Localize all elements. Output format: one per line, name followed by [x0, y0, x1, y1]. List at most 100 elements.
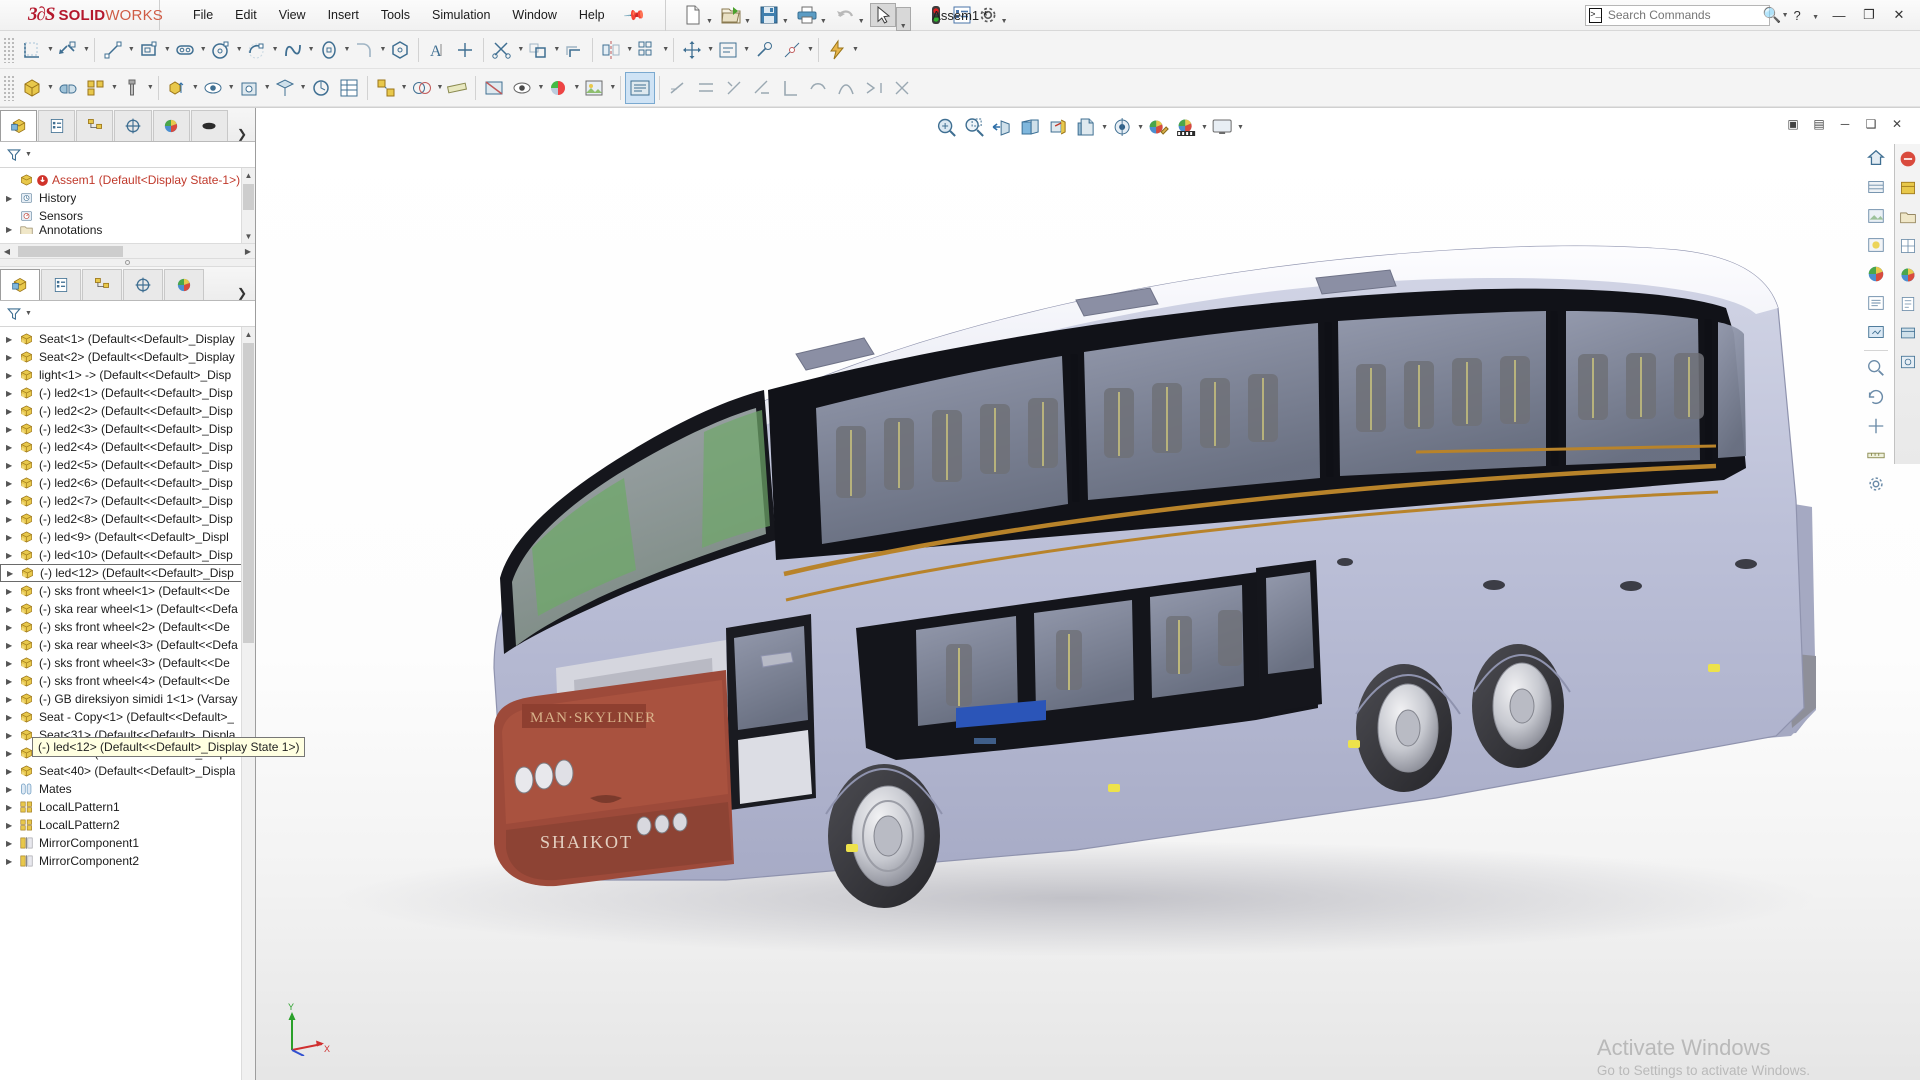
linear-pattern-icon[interactable]	[633, 34, 661, 66]
arc-dropdown[interactable]: ▼	[272, 46, 279, 53]
tree-row-component[interactable]: ▶(-) led2<3> (Default<<Default>_Disp	[0, 420, 255, 438]
expand-arrow[interactable]: ▶	[6, 353, 19, 362]
display-pane-decals-icon[interactable]	[1861, 260, 1891, 288]
line-dropdown[interactable]: ▼	[128, 46, 135, 53]
tab2-dimxpert-manager[interactable]	[123, 269, 163, 300]
tree-row-component[interactable]: ▶(-) led2<7> (Default<<Default>_Disp	[0, 492, 255, 510]
display-pane-rotate-icon[interactable]	[1861, 383, 1891, 411]
tab-configuration-manager[interactable]	[76, 110, 113, 141]
new-motion-study-icon[interactable]	[307, 72, 335, 104]
undo-icon[interactable]	[832, 3, 858, 27]
rectangle-icon[interactable]	[135, 34, 163, 66]
tree-row-component[interactable]: ▶(-) ska rear wheel<1> (Default<<Defa	[0, 600, 255, 618]
home-view-icon[interactable]	[1861, 144, 1891, 172]
expand-arrow[interactable]: ▶	[6, 515, 19, 524]
tree-row-component[interactable]: ▶(-) led2<8> (Default<<Default>_Disp	[0, 510, 255, 528]
display-style-dropdown[interactable]: ▼	[1101, 124, 1108, 131]
move-dropdown[interactable]: ▼	[707, 46, 714, 53]
print-document-dropdown[interactable]: ▼	[820, 18, 827, 31]
tree-row-component[interactable]: ▶LocalLPattern1	[0, 798, 255, 816]
tree-upper-hscrollbar[interactable]: ◀ ▶	[0, 243, 255, 258]
menu-item-window[interactable]: Window	[501, 2, 567, 28]
tab-display-manager[interactable]	[153, 110, 190, 141]
slot-icon[interactable]	[171, 34, 199, 66]
scroll-down-icon[interactable]: ▼	[242, 229, 255, 243]
mate-icon[interactable]	[54, 72, 82, 104]
expand-arrow[interactable]: ▶	[6, 767, 19, 776]
interference-detection-icon[interactable]	[408, 72, 436, 104]
repair-sketch-icon[interactable]	[750, 34, 778, 66]
quick-snaps-icon[interactable]	[778, 34, 806, 66]
pattern-dropdown[interactable]: ▼	[662, 46, 669, 53]
tree-filter-bar-2[interactable]: ▼	[0, 301, 255, 327]
search-icon[interactable]: 🔍	[1763, 6, 1782, 24]
minimize-button[interactable]: —	[1824, 1, 1854, 29]
reference-geometry-icon[interactable]	[271, 72, 299, 104]
expand-arrow[interactable]: ▶	[6, 335, 19, 344]
apply-scene-dropdown[interactable]: ▼	[1201, 124, 1208, 131]
section-view-icon[interactable]	[1016, 111, 1044, 143]
tree-row-component[interactable]: ▶(-) led2<1> (Default<<Default>_Disp	[0, 384, 255, 402]
tab-feature-manager-tree[interactable]	[0, 110, 37, 141]
appearance-dropdown[interactable]: ▼	[573, 84, 580, 91]
tree-row-component[interactable]: ▶(-) sks front wheel<2> (Default<<De	[0, 618, 255, 636]
pdm-vault-icon[interactable]	[1897, 351, 1919, 373]
settings-gear-icon[interactable]	[975, 3, 1001, 27]
tree-upper-scrollbar[interactable]: ▲ ▼	[241, 168, 255, 243]
filter-dropdown-icon-2[interactable]: ▼	[25, 310, 32, 317]
show-hidden-components-icon[interactable]	[199, 72, 227, 104]
display-pane-appearances-icon[interactable]	[1861, 173, 1891, 201]
fillet-icon[interactable]	[350, 34, 378, 66]
viewport-restore-button[interactable]: ❑	[1858, 112, 1884, 136]
scroll-up-icon[interactable]: ▲	[242, 168, 255, 182]
expand-arrow[interactable]: ▶	[6, 731, 19, 740]
expand-arrow-annotations[interactable]: ▶	[6, 225, 19, 234]
expand-arrow[interactable]: ▶	[6, 803, 19, 812]
tree-filter-bar[interactable]: ▼	[0, 142, 255, 168]
select-pointer-icon[interactable]	[870, 3, 896, 27]
scene-assembly-icon[interactable]	[580, 72, 608, 104]
insert-components-icon[interactable]	[18, 72, 46, 104]
panel-tabs-expand-2[interactable]: ❯	[229, 286, 255, 300]
tree-row-component[interactable]: ▶(-) led<12> (Default<<Default>_Disp	[0, 564, 255, 582]
move-component-icon[interactable]	[163, 72, 191, 104]
tree-row-component[interactable]: ▶(-) sks front wheel<3> (Default<<De	[0, 654, 255, 672]
tree-row-history[interactable]: ▶ History	[0, 189, 255, 207]
expand-arrow[interactable]: ▶	[6, 749, 19, 758]
menu-item-insert[interactable]: Insert	[317, 2, 370, 28]
apply-scene-icon[interactable]	[1172, 111, 1200, 143]
zoom-to-fit-icon[interactable]	[932, 111, 960, 143]
previous-view-icon[interactable]	[988, 111, 1016, 143]
menu-item-edit[interactable]: Edit	[224, 2, 268, 28]
menu-item-simulation[interactable]: Simulation	[421, 2, 501, 28]
file-explorer-pane-icon[interactable]	[1897, 206, 1919, 228]
print-document-icon[interactable]	[794, 3, 820, 27]
expand-arrow[interactable]: ▶	[6, 389, 19, 398]
offset-entities-icon[interactable]	[560, 34, 588, 66]
view-settings-icon[interactable]	[1208, 111, 1236, 143]
restore-button[interactable]: ❐	[1854, 1, 1884, 29]
sketch-relation-9-icon[interactable]	[888, 72, 916, 104]
sketch-relation-1-icon[interactable]	[664, 72, 692, 104]
assembly-features-dropdown[interactable]: ▼	[264, 84, 271, 91]
expand-arrow[interactable]: ▶	[6, 821, 19, 830]
bill-of-materials-icon[interactable]	[335, 72, 363, 104]
expand-arrow[interactable]: ▶	[6, 443, 19, 452]
tree-row-component[interactable]: ▶(-) sks front wheel<4> (Default<<De	[0, 672, 255, 690]
save-document-icon[interactable]	[756, 3, 782, 27]
spline-dropdown[interactable]: ▼	[308, 46, 315, 53]
filter-dropdown-icon[interactable]: ▼	[25, 151, 32, 158]
close-button[interactable]: ✕	[1884, 1, 1914, 29]
expand-arrow[interactable]: ▶	[6, 461, 19, 470]
hide-show-dropdown[interactable]: ▼	[537, 84, 544, 91]
appearances-pane-icon[interactable]	[1897, 264, 1919, 286]
text-icon[interactable]: A	[423, 34, 451, 66]
expand-arrow[interactable]: ▶	[6, 371, 19, 380]
circle-dropdown[interactable]: ▼	[236, 46, 243, 53]
tree-row-component[interactable]: ▶(-) led2<5> (Default<<Default>_Disp	[0, 456, 255, 474]
select-dropdown[interactable]: ▼	[896, 7, 911, 31]
tab2-feature-manager-tree[interactable]	[0, 269, 40, 300]
expand-arrow[interactable]: ▶	[6, 479, 19, 488]
large-assembly-mode-icon[interactable]	[625, 72, 655, 104]
hidden-components-dropdown[interactable]: ▼	[228, 84, 235, 91]
